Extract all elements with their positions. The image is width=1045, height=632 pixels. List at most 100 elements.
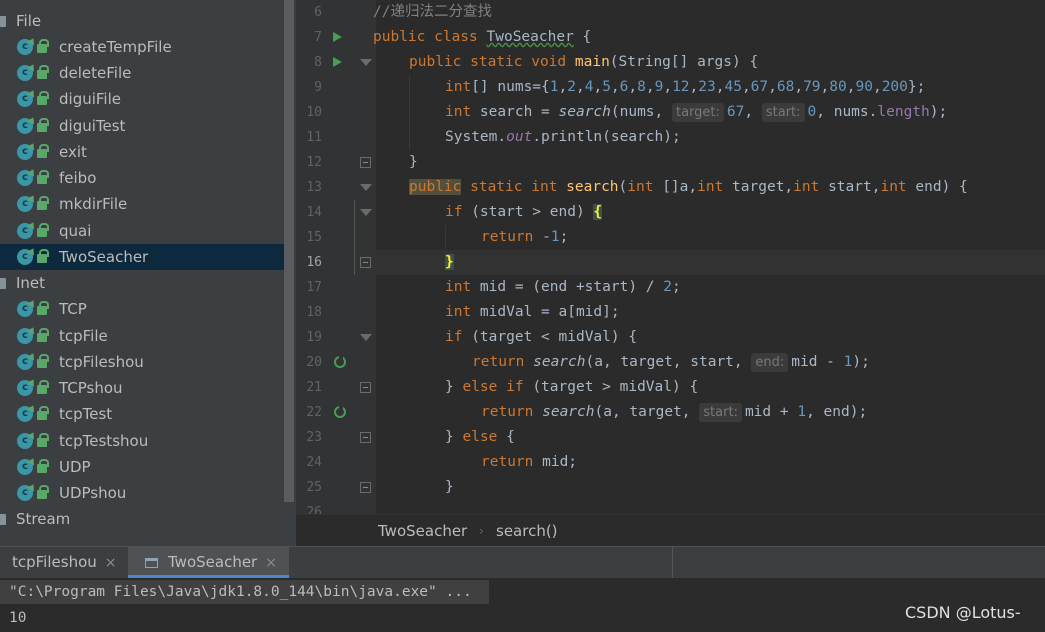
close-icon[interactable]: × bbox=[105, 555, 117, 571]
tree-item-label: UDPshou bbox=[59, 484, 127, 502]
tree-item-UDP[interactable]: c UDP bbox=[0, 454, 284, 480]
folder-inet[interactable]: Inet bbox=[0, 270, 284, 296]
breadcrumb-class[interactable]: TwoSeacher bbox=[378, 522, 467, 540]
tree-item-label: quai bbox=[59, 222, 92, 240]
fold-toggle-icon[interactable] bbox=[360, 157, 371, 168]
tree-item-TCPshou[interactable]: c TCPshou bbox=[0, 375, 284, 401]
tree-item-quai[interactable]: c quai bbox=[0, 218, 284, 244]
code-text: (target < midVal) { bbox=[471, 329, 638, 345]
number-literal: 2 bbox=[567, 79, 576, 95]
keyword: int bbox=[793, 179, 829, 195]
tree-item-tcpTestshou[interactable]: c tcpTestshou bbox=[0, 428, 284, 454]
number-literal: 0 bbox=[807, 104, 817, 120]
keyword: int bbox=[445, 304, 480, 320]
matched-brace: { bbox=[593, 204, 603, 220]
keyword: static int bbox=[461, 179, 567, 195]
java-class-icon: c bbox=[17, 144, 33, 160]
keyword: public class bbox=[373, 29, 487, 45]
breadcrumb-method[interactable]: search() bbox=[496, 522, 558, 540]
code-line-23: } else { bbox=[445, 425, 515, 450]
tree-item-feibo[interactable]: c feibo bbox=[0, 165, 284, 191]
tree-item-label: diguiTest bbox=[59, 117, 126, 135]
tree-item-TwoSeacher[interactable]: c TwoSeacher bbox=[0, 244, 284, 270]
indent-guide bbox=[409, 75, 410, 150]
tree-item-diguiFile[interactable]: c diguiFile bbox=[0, 86, 284, 112]
number-literal: 45 bbox=[724, 79, 742, 95]
lock-icon bbox=[37, 196, 49, 210]
fold-toggle-icon[interactable] bbox=[360, 209, 372, 216]
code-text: midVal = a[mid]; bbox=[479, 304, 620, 320]
run-class-icon[interactable] bbox=[333, 32, 342, 42]
java-class-icon: c bbox=[17, 118, 33, 134]
java-class-icon: c bbox=[17, 39, 33, 55]
keyword: if bbox=[445, 329, 472, 345]
keyword: int bbox=[445, 79, 472, 95]
code-text: - bbox=[542, 229, 551, 245]
tree-item-label: createTempFile bbox=[59, 38, 172, 56]
java-class-icon: c bbox=[17, 91, 33, 107]
number-literal: 5 bbox=[602, 79, 611, 95]
fold-toggle-icon[interactable] bbox=[360, 334, 372, 341]
code-text: search = bbox=[479, 104, 559, 120]
tree-item-tcpFile[interactable]: c tcpFile bbox=[0, 323, 284, 349]
line-number: 23 bbox=[306, 430, 322, 445]
lock-icon bbox=[37, 433, 49, 447]
folder-stream[interactable]: Stream bbox=[0, 506, 284, 532]
code-line-6: //递归法二分查找 bbox=[373, 0, 492, 25]
keyword: public bbox=[409, 179, 462, 195]
tree-item-UDPshou[interactable]: c UDPshou bbox=[0, 480, 284, 506]
lock-icon bbox=[37, 380, 49, 394]
lock-icon bbox=[37, 485, 49, 499]
number-literal: 200 bbox=[881, 79, 908, 95]
folder-file[interactable]: File bbox=[0, 8, 284, 34]
tree-item-tcpFileshou[interactable]: c tcpFileshou bbox=[0, 349, 284, 375]
field-name: out bbox=[506, 129, 533, 145]
code-text: [] nums={ bbox=[471, 79, 550, 95]
code-line-19: if (target < midVal) { bbox=[445, 325, 637, 350]
fold-toggle-icon[interactable] bbox=[360, 184, 372, 191]
java-class-icon: c bbox=[17, 406, 33, 422]
fold-toggle-icon[interactable] bbox=[360, 482, 371, 493]
run-tab-tcpFileshou[interactable]: tcpFileshou × bbox=[12, 547, 117, 578]
folder-label: Stream bbox=[16, 510, 71, 528]
fold-toggle-icon[interactable] bbox=[360, 59, 372, 66]
tree-item-exit[interactable]: c exit bbox=[0, 139, 284, 165]
code-line-12: } bbox=[409, 150, 418, 175]
code-text: (target > midVal) { bbox=[532, 379, 699, 395]
tree-item-mkdirFile[interactable]: c mkdirFile bbox=[0, 191, 284, 217]
tree-scrollbar[interactable] bbox=[284, 0, 294, 502]
code-line-15: return -1; bbox=[481, 225, 568, 250]
java-class-icon: c bbox=[17, 328, 33, 344]
line-number: 12 bbox=[306, 155, 322, 170]
number-literal: 12 bbox=[672, 79, 690, 95]
code-line-25: } bbox=[445, 475, 454, 500]
run-console[interactable]: "C:\Program Files\Java\jdk1.8.0_144\bin\… bbox=[0, 578, 1045, 632]
code-editor[interactable]: 6 7 8 9 10 11 12 13 14 15 16 17 18 19 20… bbox=[296, 0, 1045, 514]
close-icon[interactable]: × bbox=[265, 555, 277, 571]
lock-icon bbox=[37, 354, 49, 368]
code-text: ; bbox=[559, 229, 569, 245]
fold-toggle-icon[interactable] bbox=[360, 432, 371, 443]
tree-item-TCP[interactable]: c TCP bbox=[0, 296, 284, 322]
java-class-icon: c bbox=[17, 249, 33, 265]
keyword: if bbox=[445, 204, 472, 220]
java-class-icon: c bbox=[17, 65, 33, 81]
fold-toggle-icon[interactable] bbox=[360, 382, 371, 393]
tree-item-createTempFile[interactable]: c createTempFile bbox=[0, 34, 284, 60]
code-line-16: } bbox=[445, 250, 454, 275]
tree-item-deleteFile[interactable]: c deleteFile bbox=[0, 60, 284, 86]
tree-item-label: tcpTestshou bbox=[59, 432, 149, 450]
fold-toggle-icon[interactable] bbox=[360, 257, 371, 268]
breadcrumb-separator: › bbox=[479, 524, 484, 538]
folder-label: File bbox=[16, 12, 42, 30]
run-tab-TwoSeacher[interactable]: TwoSeacher × bbox=[128, 547, 289, 578]
method-call: search bbox=[558, 104, 611, 120]
tree-item-diguiTest[interactable]: c diguiTest bbox=[0, 113, 284, 139]
run-main-icon[interactable] bbox=[333, 57, 342, 67]
current-line-highlight bbox=[376, 250, 1045, 275]
tree-item-tcpTest[interactable]: c tcpTest bbox=[0, 401, 284, 427]
lock-icon bbox=[37, 170, 49, 184]
code-line-13: public static int search(int []a,int tar… bbox=[409, 175, 968, 200]
number-literal: 67 bbox=[726, 104, 745, 120]
code-text: (String[] args) { bbox=[609, 54, 759, 70]
